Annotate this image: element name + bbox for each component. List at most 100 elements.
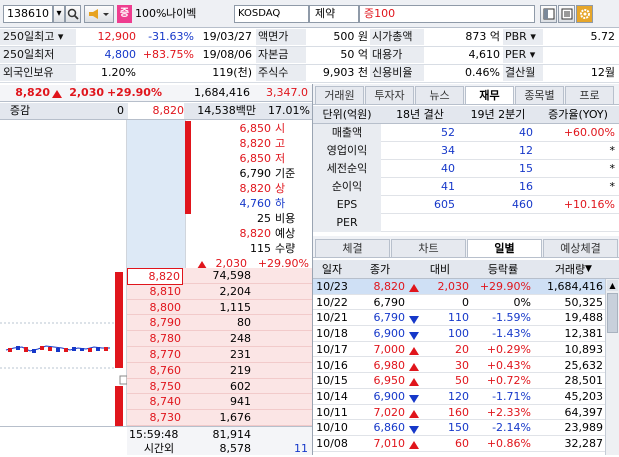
fin-row-label: 순이익 [313, 178, 381, 196]
bid-row[interactable]: 8,760 219 [127, 363, 312, 379]
fin-row: 영업이익 34 12 * [313, 142, 619, 160]
daily-change: 2,030 [437, 280, 470, 293]
daily-close: 6,790 [373, 311, 406, 325]
info-value: 5.72 [590, 30, 616, 43]
daily-change: 20 [455, 342, 469, 356]
daily-row[interactable]: 10/10 6,860 150 -2.14% 23,989 [313, 420, 605, 436]
info-date: 19/08/06 [202, 48, 252, 61]
quote-line: 8,820 2,030 +29.90% 1,684,416 3,347.0 [0, 85, 312, 102]
info-rate: -31.63% [148, 30, 194, 43]
bid-row[interactable]: 8,790 80 [127, 315, 312, 332]
summary-key: 고 [275, 137, 286, 150]
tab-2[interactable]: 뉴스 [415, 86, 464, 104]
daily-row[interactable]: 10/16 6,980 30 +0.43% 25,632 [313, 358, 605, 374]
total-amount: 3,347.0 [266, 86, 308, 99]
bid-price: 8,790 [149, 316, 182, 330]
info-value: 9,903 천 [322, 66, 368, 79]
scroll-thumb[interactable] [607, 293, 618, 333]
daily-close: 6,950 [373, 374, 406, 388]
info-label: 외국인보유 [0, 65, 76, 81]
bid-row[interactable]: 8,780 248 [127, 331, 312, 347]
bid-qty: 1,115 [219, 300, 252, 314]
daily-rate: +0.72% [486, 374, 531, 388]
fin-value-yoy: +60.00% [563, 126, 615, 139]
daily-row[interactable]: 10/22 6,790 0 0% 50,325 [313, 295, 605, 311]
daily-row[interactable]: 10/14 6,900 120 -1.71% 45,203 [313, 389, 605, 405]
window-icon[interactable] [540, 5, 557, 23]
search-icon[interactable] [65, 5, 81, 23]
price-change: 2,030 [69, 86, 104, 99]
code-dropdown-button[interactable]: ▾ [53, 5, 65, 23]
fin-row-label: PER [313, 214, 381, 232]
daily-row[interactable]: 10/18 6,900 100 -1.43% 12,381 [313, 326, 605, 342]
tab-4[interactable]: 종목별 [515, 86, 564, 104]
info-label: 액면가 [256, 29, 306, 45]
daily-row[interactable]: 10/08 7,010 60 +0.86% 32,287 [313, 436, 605, 452]
bid-qty: 2,204 [219, 284, 252, 298]
bid-price: 8,740 [149, 395, 182, 409]
orderbook-price: 8,820 [128, 103, 184, 119]
summary-row: 6,850 시 [191, 121, 309, 136]
daily-change: 0 [462, 295, 469, 309]
info-value: 0.46% [465, 66, 500, 79]
bid-row[interactable]: 8,820 74,598 [127, 268, 312, 285]
expected-qty: 115 [250, 242, 271, 255]
stock-name: 나이벡 [166, 7, 197, 20]
daily-rate: 0% [513, 295, 531, 309]
info-date: 19/03/27 [202, 30, 252, 43]
info-label: PBR ▾ [503, 29, 543, 45]
tab-0[interactable]: 거래원 [315, 86, 364, 104]
daily-row[interactable]: 10/23 8,820 2,030 +29.90% 1,684,416 [313, 279, 605, 295]
sort-dropdown-icon[interactable]: ▼ [585, 264, 592, 274]
info-value: 12,900 [97, 30, 137, 43]
notes-icon[interactable] [558, 5, 575, 23]
daily-date: 10/23 [316, 280, 348, 293]
tab2-1[interactable]: 차트 [391, 239, 466, 257]
bid-row[interactable]: 8,730 1,676 [127, 410, 312, 426]
scroll-up-arrow[interactable]: ▲ [607, 280, 618, 291]
bid-qty: 231 [230, 348, 251, 361]
fin-value-2019q2: 15 [519, 162, 533, 175]
arrow-up-icon [409, 345, 419, 358]
daily-change: 150 [448, 421, 469, 435]
bid-row[interactable]: 8,740 941 [127, 394, 312, 411]
daily-row[interactable]: 10/15 6,950 50 +0.72% 28,501 [313, 373, 605, 389]
daily-change: 30 [455, 358, 469, 372]
info-label: 시가총액 [370, 29, 424, 45]
info-label: 250일최저 [0, 47, 76, 63]
gear-icon[interactable] [576, 5, 593, 23]
vertical-scrollbar[interactable]: ▲ [605, 279, 619, 455]
daily-close: 6,980 [373, 358, 406, 372]
tab-5[interactable]: 프로 [565, 86, 614, 104]
daily-volume: 12,381 [564, 327, 604, 341]
daily-rate: +0.86% [486, 437, 531, 450]
bid-row[interactable]: 8,750 602 [127, 379, 312, 395]
tab2-0[interactable]: 체결 [315, 239, 390, 257]
orderbook-ratio: 17.01% [268, 104, 310, 117]
stock-info-panel: 250일최고 ▾ 12,900 -31.63% 19/03/27 액면가 500… [0, 29, 619, 83]
summary-value: 6,850 [239, 122, 272, 135]
daily-date: 10/18 [316, 327, 348, 341]
bid-row[interactable]: 8,810 2,204 [127, 284, 312, 300]
daily-change: 50 [455, 374, 469, 388]
tab-3[interactable]: 재무 [465, 86, 514, 104]
daily-volume: 1,684,416 [547, 280, 603, 293]
arrow-up-icon [52, 88, 62, 101]
daily-row[interactable]: 10/11 7,020 160 +2.33% 64,397 [313, 405, 605, 421]
daily-table: 일자 종가 대비 등락률 거래량 ▼ 10/23 8,820 2,030 +29.90% 1,684… [313, 260, 619, 455]
daily-header-cell: 종가 [369, 263, 391, 276]
daily-row[interactable]: 10/21 6,790 110 -1.59% 19,488 [313, 310, 605, 327]
daily-row[interactable]: 10/17 7,000 20 +0.29% 10,893 [313, 342, 605, 358]
tab-1[interactable]: 투자자 [365, 86, 414, 104]
daily-change: 110 [448, 311, 469, 325]
bid-row[interactable]: 8,770 231 [127, 347, 312, 363]
speaker-icon[interactable] [84, 5, 114, 23]
fin-value-2018: 41 [441, 180, 455, 193]
stock-code-input[interactable]: 138610 [3, 5, 53, 23]
bid-row[interactable]: 8,800 1,115 [127, 300, 312, 316]
tab2-3[interactable]: 예상체결 [543, 239, 618, 257]
summary-key: 하 [275, 197, 286, 210]
summary-value: 8,820 [239, 182, 272, 195]
info-value: 4,800 [104, 48, 137, 61]
tab2-2[interactable]: 일별 [467, 239, 542, 257]
